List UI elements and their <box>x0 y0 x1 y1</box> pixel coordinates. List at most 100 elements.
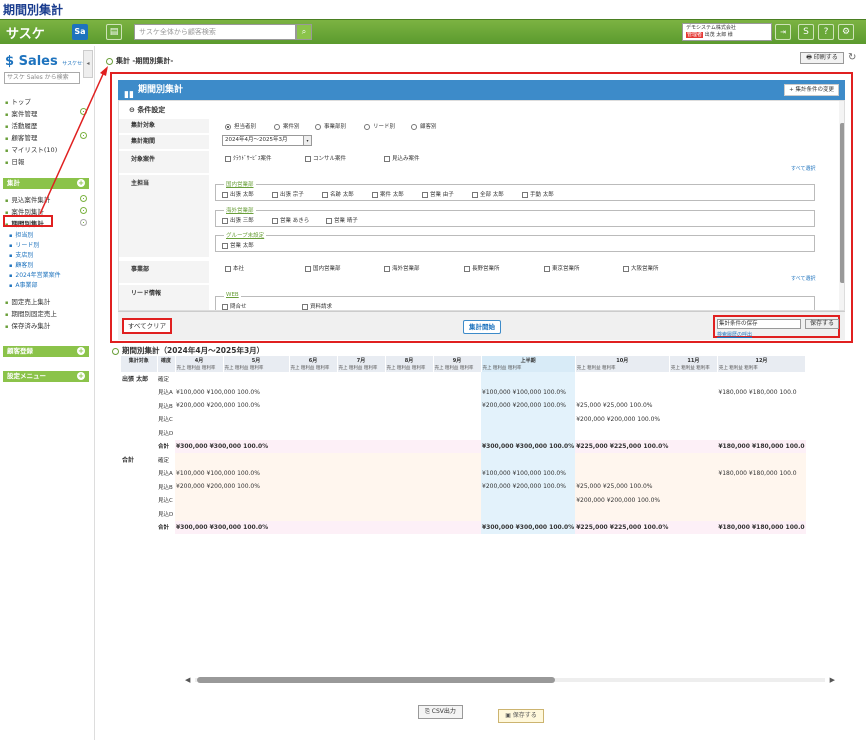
scroll-left-icon[interactable]: ◀ <box>185 676 190 684</box>
check-owner[interactable]: 手動 太郎 <box>522 190 554 198</box>
group-title[interactable]: グループ未設定 <box>224 231 267 239</box>
check-owner[interactable]: 営業 由子 <box>422 190 454 198</box>
vertical-scrollbar[interactable] <box>839 101 844 310</box>
check-owner[interactable]: 出張 太郎 <box>222 190 254 198</box>
check-owner[interactable]: 営業 晴子 <box>326 216 358 224</box>
header-accuracy: 確度 <box>157 356 176 364</box>
change-conditions-button[interactable]: + 集計条件の変更 <box>784 84 839 96</box>
check-division[interactable]: 本社 <box>225 264 244 272</box>
check-lead[interactable]: 資料請求 <box>302 302 332 310</box>
cell-empty <box>433 426 481 440</box>
cell-apr-may <box>175 453 337 467</box>
person-name <box>121 521 157 535</box>
cell-empty <box>669 372 717 386</box>
header-month: 8月 <box>385 356 434 364</box>
panel-footer: すべてクリア 集計開始 集計条件の保存 保存する 検索履歴の呼出 <box>118 311 845 340</box>
check-owner[interactable]: 出張 宗子 <box>272 190 304 198</box>
check-lead[interactable]: 問合せ <box>222 302 247 310</box>
check-division[interactable]: 国内営業部 <box>305 264 341 272</box>
save-name-input[interactable]: 集計条件の保存 <box>717 319 801 329</box>
cell-oct: ¥225,000 ¥225,000 100.0% <box>575 439 670 453</box>
cell-dec <box>717 372 805 386</box>
cell-empty <box>433 480 481 494</box>
cell-apr-may: ¥200,000 ¥200,000 100.0% <box>175 480 337 494</box>
history-link[interactable]: 検索履歴の呼出 <box>717 331 752 338</box>
cell-dec <box>717 507 806 521</box>
label-division: 事業部 <box>119 261 209 283</box>
cell-empty <box>433 466 481 480</box>
cell-oct: ¥25,000 ¥25,000 100.0% <box>576 402 653 410</box>
radio-division[interactable]: 事業部別 <box>315 122 346 130</box>
cell-empty <box>669 480 718 494</box>
cell-empty <box>385 372 433 386</box>
header-month: 5月 <box>223 356 290 364</box>
select-all-link[interactable]: すべて選択 <box>791 275 815 282</box>
group-title[interactable]: WEB <box>224 292 241 298</box>
cell-empty <box>337 386 385 400</box>
save-conditions-box: 集計条件の保存 保存する 検索履歴の呼出 <box>713 315 840 338</box>
cell-empty <box>385 399 433 413</box>
radio-lead[interactable]: リード別 <box>364 122 395 130</box>
cell-empty <box>337 453 385 467</box>
header-subcols: 売上 粗利益 粗利率 <box>575 364 670 372</box>
cell-empty <box>433 520 481 534</box>
run-aggregate-button[interactable]: 集計開始 <box>463 320 501 334</box>
cell-dec <box>717 493 806 507</box>
csv-export-button[interactable]: ⎘ CSV出力 <box>418 705 463 719</box>
cell-empty <box>337 399 385 413</box>
check-division[interactable]: 東京営業所 <box>544 264 580 272</box>
cell-apr-may: ¥200,000 ¥200,000 100.0% <box>176 402 260 410</box>
cell-oct: ¥25,000 ¥25,000 100.0% <box>575 480 670 494</box>
cell-h1: ¥200,000 ¥200,000 100.0% <box>481 480 576 494</box>
cell-empty <box>433 507 481 521</box>
check-cloud[interactable]: ｸﾗｳﾄﾞｻｰﾋﾞｽ案件 <box>225 154 272 162</box>
table-row: 見込C ¥200,000 ¥200,000 100.0% <box>121 493 806 507</box>
cell-oct <box>575 507 670 521</box>
person-name <box>121 386 157 400</box>
accuracy-label: 見込D <box>158 430 174 437</box>
check-owner[interactable]: 営業 太郎 <box>222 241 254 249</box>
select-all-link[interactable]: すべて選択 <box>791 165 815 172</box>
cell-h1: ¥100,000 ¥100,000 100.0% <box>481 385 576 399</box>
check-division[interactable]: 長野営業所 <box>464 264 500 272</box>
check-division[interactable]: 大阪営業所 <box>623 264 659 272</box>
horizontal-scrollbar[interactable]: ◀ ▶ <box>185 676 835 684</box>
group-title[interactable]: 海外営業部 <box>224 206 256 214</box>
radio-owner[interactable]: 担当者別 <box>225 122 256 130</box>
group-title[interactable]: 国内営業部 <box>224 180 256 188</box>
radio-deal[interactable]: 案件別 <box>274 122 300 130</box>
clear-all-button[interactable]: すべてクリア <box>122 318 172 334</box>
cell-h1 <box>481 493 576 507</box>
check-owner[interactable]: 名跡 太郎 <box>322 190 354 198</box>
cell-empty <box>337 507 385 521</box>
condition-title: ⊖ 条件設定 <box>129 106 166 114</box>
cell-empty <box>433 413 481 427</box>
period-select[interactable]: 2024年4月～2025年3月 ▾ <box>222 135 312 146</box>
cell-empty <box>337 480 385 494</box>
accuracy-label: 見込D <box>158 511 174 518</box>
cell-apr-may <box>175 507 337 521</box>
person-name <box>121 440 157 454</box>
accuracy-label: 見込C <box>158 498 173 505</box>
check-owner[interactable]: 出張 三郎 <box>222 216 254 224</box>
save-result-button[interactable]: ▣ 保存する <box>498 709 544 723</box>
check-prospect[interactable]: 見込み案件 <box>384 154 420 162</box>
scroll-right-icon[interactable]: ▶ <box>830 676 835 684</box>
check-owner[interactable]: 営業 あきら <box>272 216 309 224</box>
cell-empty <box>433 493 481 507</box>
group-overseas: 海外営業部 出張 三郎 営業 あきら 営業 晴子 <box>215 206 815 227</box>
cell-h1 <box>481 507 576 521</box>
cell-dec: ¥180,000 ¥180,000 100.0 <box>717 520 806 534</box>
header-month: 11月 <box>669 356 718 364</box>
cell-empty <box>385 493 433 507</box>
check-division[interactable]: 海外営業部 <box>384 264 420 272</box>
refresh-icon[interactable]: ↻ <box>848 52 856 63</box>
check-owner[interactable]: 全部 太郎 <box>472 190 504 198</box>
print-button[interactable]: 🖶 印刷する <box>800 52 844 64</box>
cell-oct: ¥225,000 ¥225,000 100.0% <box>575 520 670 534</box>
radio-customer[interactable]: 顧客別 <box>411 122 437 130</box>
check-consult[interactable]: コンサル案件 <box>305 154 346 162</box>
cell-h1 <box>481 412 576 426</box>
save-conditions-button[interactable]: 保存する <box>805 319 839 329</box>
check-owner[interactable]: 案件 太郎 <box>372 190 404 198</box>
